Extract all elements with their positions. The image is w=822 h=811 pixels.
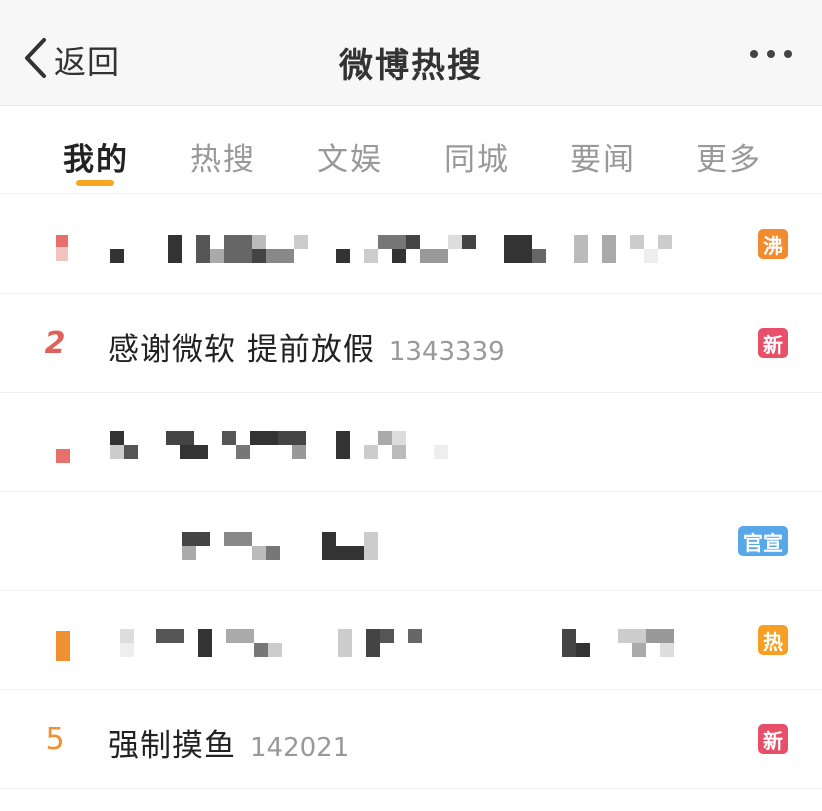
active-tab-indicator	[76, 180, 114, 186]
tab-hot-search[interactable]: 热搜	[190, 134, 256, 179]
more-options-icon[interactable]	[750, 50, 792, 58]
tab-news[interactable]: 要闻	[570, 134, 636, 179]
nav-bar: 返回 微博热搜	[0, 0, 822, 106]
tab-entertainment[interactable]: 文娱	[317, 134, 383, 179]
list-item[interactable]: 热	[0, 591, 822, 690]
item-title-text: 感谢微软 提前放假	[108, 332, 375, 368]
list-item[interactable]: 2 感谢微软 提前放假 1343339 新	[0, 294, 822, 393]
item-title-text: 强制摸鱼	[108, 728, 236, 764]
list-item[interactable]: 5 强制摸鱼 142021 新	[0, 690, 822, 789]
official-badge: 官宣	[738, 526, 788, 556]
list-item[interactable]	[0, 393, 822, 492]
item-title: 感谢微软 提前放假 1343339	[108, 324, 505, 369]
item-count: 1343339	[388, 337, 505, 367]
tab-mine[interactable]: 我的	[63, 134, 129, 179]
item-title: 强制摸鱼 142021	[108, 720, 349, 765]
item-count: 142021	[250, 733, 350, 763]
rank-number: 5	[45, 722, 65, 757]
boil-badge: 沸	[758, 229, 788, 259]
page-title: 微博热搜	[339, 46, 483, 86]
tab-local[interactable]: 同城	[444, 134, 510, 179]
hot-badge: 热	[758, 625, 788, 655]
category-tabs: 我的 热搜 文娱 同城 要闻 更多	[0, 106, 822, 194]
new-badge: 新	[758, 328, 788, 358]
tab-more[interactable]: 更多	[696, 134, 762, 179]
rank-number: 2	[44, 326, 66, 361]
new-badge: 新	[758, 724, 788, 754]
list-item[interactable]: 沸	[0, 195, 822, 294]
list-item[interactable]: 官宣	[0, 492, 822, 591]
